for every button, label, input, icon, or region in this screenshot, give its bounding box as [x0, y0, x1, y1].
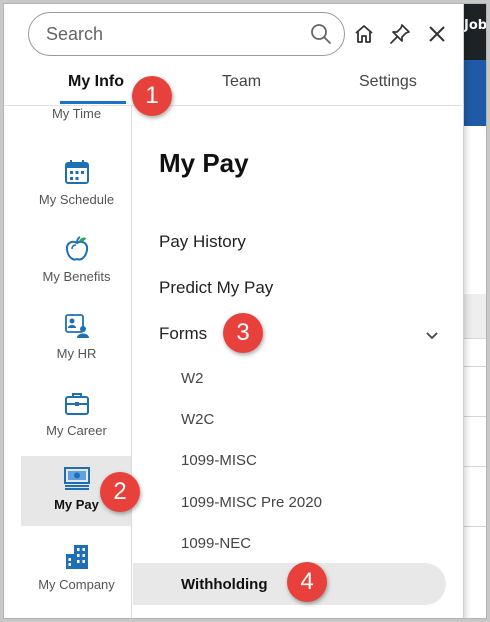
navigation-panel: My Info Team Settings My Time My Sc [4, 4, 464, 618]
close-icon[interactable] [425, 22, 449, 46]
search-box[interactable] [28, 12, 345, 56]
annotation-badge-1: 1 [132, 76, 172, 116]
sidebar-item-label: My HR [56, 346, 97, 361]
apple-icon [65, 236, 88, 261]
background-topbar-text: Job [464, 18, 487, 33]
sidebar-item-my-time[interactable]: My Time [21, 106, 131, 130]
tab-team[interactable]: Team [222, 73, 261, 91]
tab-settings[interactable]: Settings [359, 73, 417, 91]
window-frame: Job My Info Team Settings [3, 3, 487, 619]
sidebar-item-label: My Schedule [38, 192, 115, 207]
sidebar-item-my-hr[interactable]: My HR [21, 312, 131, 374]
menu-item-predict-my-pay[interactable]: Predict My Pay [159, 278, 273, 298]
calendar-icon [64, 160, 89, 184]
background-app: Job [464, 4, 487, 618]
home-icon[interactable] [352, 22, 376, 46]
pin-icon[interactable] [388, 22, 412, 46]
background-divider [464, 338, 486, 339]
background-row [464, 294, 486, 338]
background-divider [464, 416, 486, 417]
sidebar-item-my-benefits[interactable]: My Benefits [21, 235, 131, 297]
background-divider [464, 466, 486, 467]
tab-my-info[interactable]: My Info [68, 73, 124, 91]
chevron-down-icon[interactable] [425, 328, 439, 346]
submenu-item-1099-misc[interactable]: 1099-MISC [181, 452, 257, 469]
submenu-item-w2[interactable]: W2 [181, 370, 204, 387]
page-title: My Pay [159, 148, 249, 178]
tab-bar: My Info Team Settings [4, 66, 464, 106]
active-tab-indicator [60, 101, 126, 104]
sidebar-item-my-schedule[interactable]: My Schedule [21, 158, 131, 220]
background-divider [464, 526, 486, 527]
background-divider [464, 366, 486, 367]
annotation-badge-3: 3 [223, 313, 263, 353]
sidebar: My Time My Schedule My Benefits My HR My… [4, 106, 132, 618]
submenu-item-w2c[interactable]: W2C [181, 411, 214, 428]
search-input[interactable] [46, 23, 286, 45]
sidebar-item-label: My Company [38, 577, 115, 592]
menu-item-forms[interactable]: Forms [159, 324, 207, 344]
background-topbar: Job [464, 4, 487, 60]
submenu-item-1099-nec[interactable]: 1099-NEC [181, 535, 251, 552]
submenu-item-withholding[interactable]: Withholding [181, 576, 268, 593]
sidebar-item-my-company[interactable]: My Company [21, 543, 131, 605]
annotation-badge-4: 4 [287, 562, 327, 602]
submenu-item-1099-misc-pre-2020[interactable]: 1099-MISC Pre 2020 [181, 494, 322, 511]
sidebar-item-label: My Career [46, 423, 107, 438]
sidebar-item-my-career[interactable]: My Career [21, 389, 131, 451]
menu-item-pay-history[interactable]: Pay History [159, 232, 246, 252]
sidebar-item-label: My Benefits [42, 269, 111, 284]
money-icon [63, 467, 90, 490]
annotation-badge-2: 2 [100, 472, 140, 512]
sidebar-item-label: My Time [51, 106, 102, 121]
building-icon [65, 545, 88, 569]
people-icon [64, 314, 89, 338]
background-banner [464, 60, 486, 126]
search-icon[interactable] [310, 23, 332, 50]
content-pane: My Pay Pay History Predict My Pay Forms … [133, 106, 464, 618]
briefcase-icon [64, 393, 89, 415]
